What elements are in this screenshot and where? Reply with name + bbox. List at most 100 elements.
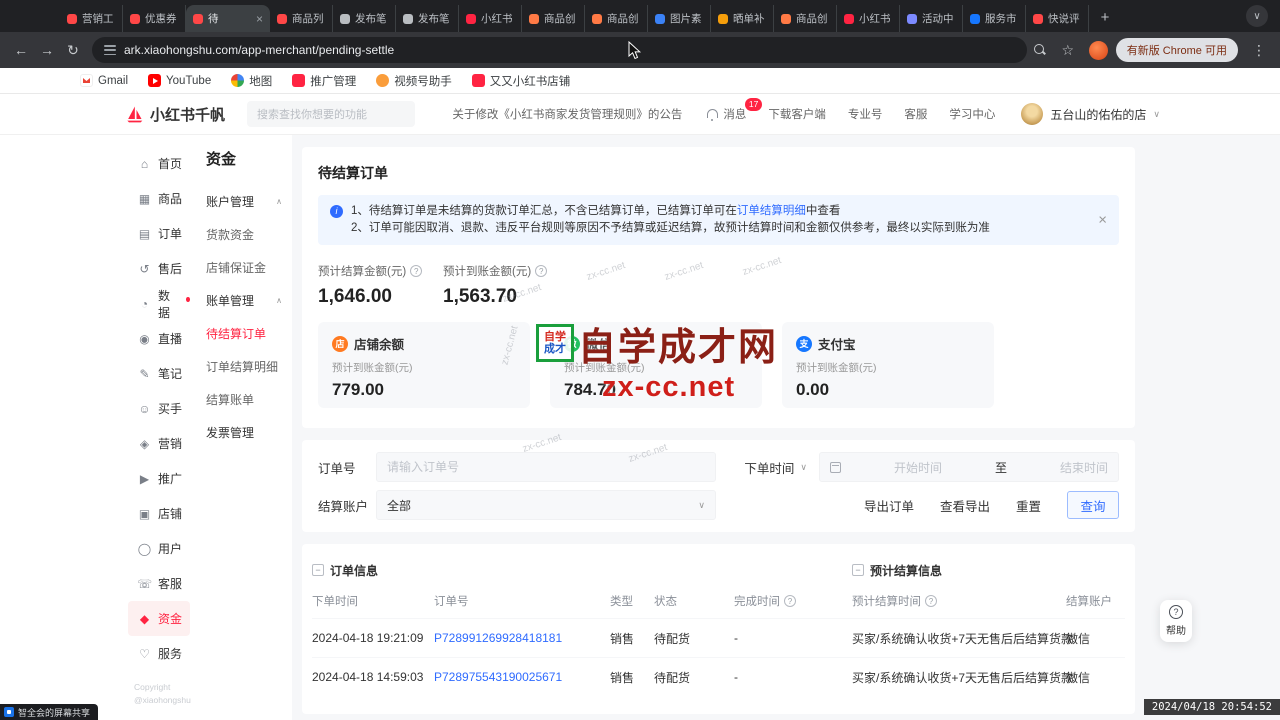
xhs-shop-icon — [472, 74, 485, 87]
subnav-group-bills[interactable]: 账单管理∧ — [194, 284, 292, 317]
reload-icon[interactable]: ↻ — [60, 37, 86, 63]
close-icon[interactable]: × — [1098, 212, 1107, 229]
browser-tab[interactable]: 快说评 — [1026, 5, 1089, 32]
time-type-select[interactable]: 下单时间∨ — [744, 458, 807, 477]
browser-tab[interactable]: 服务市 — [963, 5, 1026, 32]
screen: 营销工 优惠券 待× 商品列 发布笔 发布笔 小红书 商品创 商品创 图片素 晒… — [0, 0, 1280, 720]
browser-tab[interactable]: 发布笔 — [333, 5, 396, 32]
tab-favicon — [655, 14, 665, 24]
help-circle-icon[interactable]: ? — [535, 265, 547, 277]
bookmark-xhs-shop[interactable]: 又又小红书店铺 — [472, 73, 571, 89]
browser-tab[interactable]: 商品创 — [585, 5, 648, 32]
reset-button[interactable]: 重置 — [1016, 496, 1041, 515]
sidebar-item-promotion[interactable]: ▶推广 — [128, 461, 190, 496]
sidebar-item-orders[interactable]: ▤订单 — [128, 216, 190, 251]
browser-tab[interactable]: 小红书 — [837, 5, 900, 32]
account-card-shop-balance: 店店铺余额 预计到账金额(元) 779.00 — [318, 322, 530, 408]
announcement-link[interactable]: 关于修改《小红书商家发货管理规则》的公告 — [452, 106, 682, 122]
menu-kebab-icon[interactable]: ⋮ — [1246, 37, 1272, 63]
query-button[interactable]: 查询 — [1067, 491, 1119, 519]
subnav-item-settle-bill[interactable]: 结算账单 — [194, 383, 292, 416]
back-icon[interactable]: ← — [8, 37, 34, 63]
new-tab-button[interactable]: + — [1093, 5, 1117, 29]
subnav-group-account[interactable]: 账户管理∧ — [194, 185, 292, 218]
sidebar-item-services[interactable]: ♡服务 — [128, 636, 190, 671]
app-logo[interactable]: 小红书千帆 — [124, 104, 225, 125]
browser-tab[interactable]: 商品创 — [774, 5, 837, 32]
subnav-item-goods-funds[interactable]: 货款资金 — [194, 218, 292, 251]
support-link[interactable]: 客服 — [904, 106, 927, 122]
bookmark-gmail[interactable]: Gmail — [80, 74, 128, 87]
bookmark-maps[interactable]: 地图 — [231, 73, 272, 89]
browser-tab[interactable]: 图片素 — [648, 5, 711, 32]
sidebar-item-notes[interactable]: ✎笔记 — [128, 356, 190, 391]
notice-banner: i 1、待结算订单是未结算的货款订单汇总，不含已结算订单，已结算订单可在订单结算… — [318, 195, 1119, 245]
collapse-icon[interactable]: − — [312, 564, 324, 576]
users-icon: ◯ — [137, 542, 152, 556]
zoom-icon[interactable] — [1033, 43, 1047, 57]
browser-tab[interactable]: 营销工 — [60, 5, 123, 32]
sidebar-item-products[interactable]: ▦商品 — [128, 181, 190, 216]
subnav-group-invoice[interactable]: 发票管理 — [194, 416, 292, 449]
date-range-input[interactable]: 开始时间 至 结束时间 — [819, 452, 1119, 482]
browser-tab[interactable]: 商品列 — [270, 5, 333, 32]
sidebar-item-live[interactable]: ◉直播 — [128, 321, 190, 356]
settle-account-select[interactable]: 全部∨ — [376, 490, 716, 520]
bookmark-video-helper[interactable]: 视频号助手 — [376, 73, 452, 89]
help-circle-icon[interactable]: ? — [784, 595, 796, 607]
pro-account-link[interactable]: 专业号 — [848, 106, 883, 122]
sidebar-item-service[interactable]: ☏客服 — [128, 566, 190, 601]
tab-title: 待 — [208, 11, 251, 26]
forward-icon[interactable]: → — [34, 37, 60, 63]
help-label: 帮助 — [1166, 622, 1186, 637]
settle-detail-link[interactable]: 订单结算明细 — [737, 205, 806, 217]
collapse-icon[interactable]: − — [852, 564, 864, 576]
address-bar[interactable]: ark.xiaohongshu.com/app-merchant/pending… — [92, 37, 1027, 63]
tab-favicon — [844, 14, 854, 24]
app-search-input[interactable]: 搜索查找你想要的功能 — [247, 101, 415, 127]
browser-tab[interactable]: 商品创 — [522, 5, 585, 32]
bookmark-promotion[interactable]: 推广管理 — [292, 73, 356, 89]
stat-value: 1,563.70 — [443, 286, 568, 308]
sidebar-item-marketing[interactable]: ◈营销 — [128, 426, 190, 461]
browser-tab[interactable]: 小红书 — [459, 5, 522, 32]
tab-close-icon[interactable]: × — [256, 12, 263, 26]
tab-favicon — [970, 14, 980, 24]
sidebar-item-buyers[interactable]: ☺买手 — [128, 391, 190, 426]
sidebar-item-shop[interactable]: ▣店铺 — [128, 496, 190, 531]
sidebar-item-data[interactable]: ◔数据 — [128, 286, 190, 321]
help-button[interactable]: ? 帮助 — [1160, 600, 1192, 642]
sidebar-item-funds[interactable]: ◆资金 — [128, 601, 190, 636]
subnav-item-settle-detail[interactable]: 订单结算明细 — [194, 350, 292, 383]
screen-share-indicator[interactable]: 智全会的屏幕共享 — [0, 704, 98, 720]
order-no-input[interactable] — [376, 452, 716, 482]
account-menu[interactable]: 五台山的佑佑的店 ∨ — [1021, 103, 1160, 125]
view-export-button[interactable]: 查看导出 — [940, 496, 990, 515]
toolbar-right: ☆ 有新版 Chrome 可用 ⋮ — [1033, 37, 1272, 63]
sidebar-item-users[interactable]: ◯用户 — [128, 531, 190, 566]
subnav-item-pending-settle[interactable]: 待结算订单 — [194, 317, 292, 350]
browser-tab-active[interactable]: 待× — [186, 5, 270, 32]
order-no-link[interactable]: P728991269928418181 — [434, 631, 562, 645]
chrome-update-chip[interactable]: 有新版 Chrome 可用 — [1116, 38, 1238, 62]
subnav-item-deposit[interactable]: 店铺保证金 — [194, 251, 292, 284]
sidebar-item-home[interactable]: ⌂首页 — [128, 146, 190, 181]
learning-center-link[interactable]: 学习中心 — [949, 106, 995, 122]
messages-button[interactable]: 消息 17 — [706, 106, 746, 122]
browser-tab[interactable]: 晒单补 — [711, 5, 774, 32]
bookmark-youtube[interactable]: YouTube — [148, 74, 211, 87]
bookmark-star-icon[interactable]: ☆ — [1055, 37, 1081, 63]
help-circle-icon[interactable]: ? — [410, 265, 422, 277]
browser-tab[interactable]: 活动中 — [900, 5, 963, 32]
export-orders-button[interactable]: 导出订单 — [864, 496, 914, 515]
browser-tab[interactable]: 优惠券 — [123, 5, 186, 32]
stat-arrival-amount: 预计到账金额(元)? 1,563.70 — [443, 263, 568, 308]
download-client-link[interactable]: 下载客户端 — [768, 106, 826, 122]
sidebar-item-aftersale[interactable]: ↺售后 — [128, 251, 190, 286]
profile-avatar[interactable] — [1089, 41, 1108, 60]
browser-tab[interactable]: 发布笔 — [396, 5, 459, 32]
tab-search-caret-icon[interactable]: ∨ — [1246, 5, 1268, 27]
order-no-link[interactable]: P728975543190025671 — [434, 670, 562, 684]
help-circle-icon[interactable]: ? — [925, 595, 937, 607]
site-info-icon[interactable] — [104, 45, 116, 55]
